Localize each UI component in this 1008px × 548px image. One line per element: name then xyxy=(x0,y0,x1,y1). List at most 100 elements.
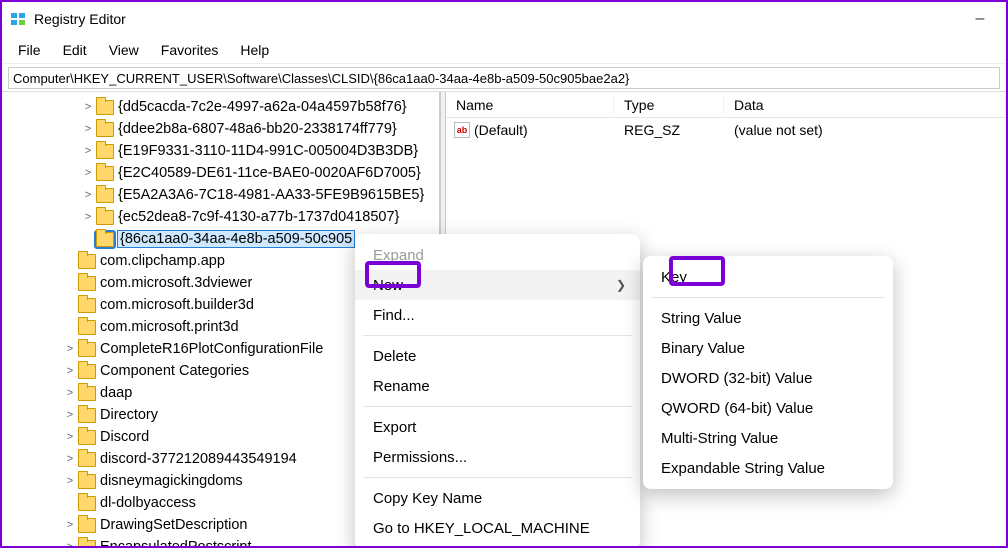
tree-item-label: {ec52dea8-7c9f-4130-a77b-1737d0418507} xyxy=(118,209,399,225)
chevron-right-icon[interactable]: > xyxy=(62,409,78,421)
chevron-right-icon[interactable]: > xyxy=(62,453,78,465)
tree-item-label: com.microsoft.builder3d xyxy=(100,297,254,313)
ctx-find[interactable]: Find... xyxy=(355,300,640,330)
tree-item-label: CompleteR16PlotConfigurationFile xyxy=(100,341,323,357)
folder-icon xyxy=(78,452,96,467)
sub-binary[interactable]: Binary Value xyxy=(643,333,893,363)
folder-icon xyxy=(78,496,96,511)
ctx-rename[interactable]: Rename xyxy=(355,371,640,401)
folder-icon xyxy=(78,430,96,445)
tree-item[interactable]: >{E19F9331-3110-11D4-991C-005004D3B3DB} xyxy=(62,140,439,162)
folder-icon xyxy=(96,122,114,137)
folder-icon xyxy=(96,166,114,181)
chevron-right-icon[interactable]: > xyxy=(80,167,96,179)
ctx-separator xyxy=(363,406,632,407)
tree-item-label: Discord xyxy=(100,429,149,445)
chevron-right-icon: ❯ xyxy=(616,278,626,292)
chevron-right-icon[interactable]: > xyxy=(80,211,96,223)
chevron-right-icon[interactable]: > xyxy=(62,365,78,377)
string-value-icon: ab xyxy=(454,122,470,138)
ctx-copy-key-name[interactable]: Copy Key Name xyxy=(355,483,640,513)
tree-item-label: {ddee2b8a-6807-48a6-bb20-2338174ff779} xyxy=(118,121,397,137)
ctx-goto-hklm[interactable]: Go to HKEY_LOCAL_MACHINE xyxy=(355,513,640,543)
folder-icon xyxy=(78,342,96,357)
sub-multi[interactable]: Multi-String Value xyxy=(643,423,893,453)
folder-icon xyxy=(96,210,114,225)
chevron-right-icon[interactable]: > xyxy=(62,519,78,531)
tree-item[interactable]: > {ddee2b8a-6807-48a6-bb20-2338174ff779} xyxy=(62,118,439,140)
tree-item-label: discord-377212089443549194 xyxy=(100,451,297,467)
ctx-delete[interactable]: Delete xyxy=(355,341,640,371)
address-bar xyxy=(2,64,1006,92)
tree-item[interactable]: >{E5A2A3A6-7C18-4981-AA33-5FE9B9615BE5} xyxy=(62,184,439,206)
sub-expand[interactable]: Expandable String Value xyxy=(643,453,893,483)
list-row[interactable]: ab (Default) REG_SZ (value not set) xyxy=(446,118,1006,142)
folder-icon xyxy=(78,364,96,379)
chevron-right-icon[interactable]: > xyxy=(80,101,96,113)
folder-icon xyxy=(78,386,96,401)
sub-key[interactable]: Key xyxy=(643,262,893,292)
ctx-export[interactable]: Export xyxy=(355,412,640,442)
value-type: REG_SZ xyxy=(614,122,724,138)
menu-favorites[interactable]: Favorites xyxy=(151,40,229,60)
chevron-right-icon[interactable]: > xyxy=(80,123,96,135)
tree-item-label: daap xyxy=(100,385,132,401)
tree-item-label: dl-dolbyaccess xyxy=(100,495,196,511)
col-data[interactable]: Data xyxy=(724,97,1006,113)
folder-icon xyxy=(96,144,114,159)
chevron-right-icon[interactable]: > xyxy=(62,475,78,487)
titlebar: Registry Editor – xyxy=(2,2,1006,36)
chevron-right-icon[interactable]: > xyxy=(62,541,78,546)
folder-icon xyxy=(78,408,96,423)
app-icon xyxy=(10,11,26,27)
folder-icon xyxy=(96,188,114,203)
tree-item-label: com.microsoft.print3d xyxy=(100,319,239,335)
menu-help[interactable]: Help xyxy=(230,40,279,60)
menu-view[interactable]: View xyxy=(99,40,149,60)
context-submenu-new: Key String Value Binary Value DWORD (32-… xyxy=(643,256,893,489)
sub-string[interactable]: String Value xyxy=(643,303,893,333)
tree-item-label: Directory xyxy=(100,407,158,423)
ctx-new[interactable]: New ❯ xyxy=(355,270,640,300)
ctx-separator xyxy=(363,335,632,336)
tree-item-label: DrawingSetDescription xyxy=(100,517,247,533)
menu-edit[interactable]: Edit xyxy=(53,40,97,60)
chevron-right-icon[interactable]: > xyxy=(80,189,96,201)
tree-item[interactable]: > {ec52dea8-7c9f-4130-a77b-1737d0418507} xyxy=(62,206,439,228)
folder-icon xyxy=(78,518,96,533)
tree-item[interactable]: > {dd5cacda-7c2e-4997-a62a-04a4597b58f76} xyxy=(62,96,439,118)
folder-icon xyxy=(78,298,96,313)
folder-icon xyxy=(78,320,96,335)
tree-item-label: {dd5cacda-7c2e-4997-a62a-04a4597b58f76} xyxy=(118,99,407,115)
tree-item-label: disneymagickingdoms xyxy=(100,473,243,489)
ctx-permissions[interactable]: Permissions... xyxy=(355,442,640,472)
col-type[interactable]: Type xyxy=(614,97,724,113)
registry-editor-window: Registry Editor – File Edit View Favorit… xyxy=(0,0,1008,548)
ctx-separator xyxy=(651,297,885,298)
col-name[interactable]: Name xyxy=(446,97,614,113)
tree-item-label: com.clipchamp.app xyxy=(100,253,225,269)
folder-icon xyxy=(78,276,96,291)
address-input[interactable] xyxy=(8,67,1000,89)
context-menu: Expand New ❯ Find... Delete Rename Expor… xyxy=(355,234,640,548)
folder-icon xyxy=(78,254,96,269)
folder-icon xyxy=(78,540,96,547)
menubar: File Edit View Favorites Help xyxy=(2,36,1006,64)
value-name: (Default) xyxy=(474,122,528,138)
minimize-button[interactable]: – xyxy=(962,10,998,28)
chevron-right-icon[interactable]: > xyxy=(62,387,78,399)
tree-item[interactable]: >{E2C40589-DE61-11ce-BAE0-0020AF6D7005} xyxy=(62,162,439,184)
chevron-right-icon[interactable]: > xyxy=(62,431,78,443)
tree-item-label: EncapsulatedPostscript xyxy=(100,539,252,546)
sub-qword[interactable]: QWORD (64-bit) Value xyxy=(643,393,893,423)
chevron-right-icon[interactable]: > xyxy=(80,145,96,157)
menu-file[interactable]: File xyxy=(8,40,51,60)
value-data: (value not set) xyxy=(724,122,1006,138)
tree-item-label: {86ca1aa0-34aa-4e8b-a509-50c905 xyxy=(118,231,354,247)
ctx-expand: Expand xyxy=(355,240,640,270)
folder-icon xyxy=(96,232,114,247)
sub-dword[interactable]: DWORD (32-bit) Value xyxy=(643,363,893,393)
tree-item-label: Component Categories xyxy=(100,363,249,379)
window-title: Registry Editor xyxy=(34,11,962,27)
chevron-right-icon[interactable]: > xyxy=(62,343,78,355)
